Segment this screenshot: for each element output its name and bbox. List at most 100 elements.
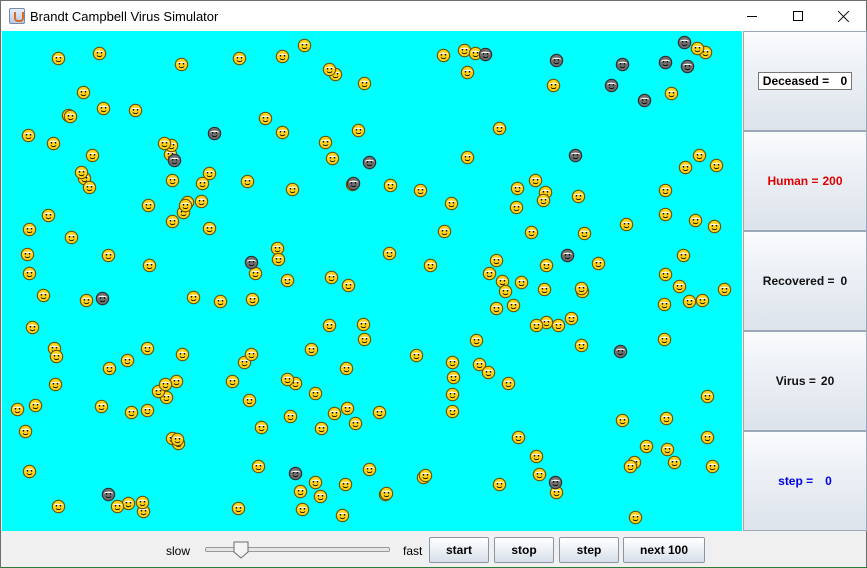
human-agent-icon <box>492 121 507 136</box>
human-agent-icon <box>242 393 257 408</box>
human-agent-icon <box>717 282 732 297</box>
human-agent-icon <box>51 499 66 514</box>
human-agent-icon <box>51 51 66 66</box>
virus-agent-icon <box>549 53 564 68</box>
human-agent-icon <box>705 459 720 474</box>
human-agent-icon <box>639 439 654 454</box>
deceased-counter[interactable]: Deceased = 0 <box>743 31 867 131</box>
human-agent-icon <box>659 411 674 426</box>
step-button[interactable]: step <box>559 537 619 563</box>
human-agent-icon <box>489 253 504 268</box>
human-agent-icon <box>506 298 521 313</box>
human-agent-icon <box>94 399 109 414</box>
human-agent-icon <box>619 217 634 232</box>
virus-value: 20 <box>820 374 835 388</box>
human-agent-icon <box>304 342 319 357</box>
human-agent-icon <box>709 158 724 173</box>
human-agent-icon <box>335 508 350 523</box>
human-agent-icon <box>423 258 438 273</box>
human-agent-icon <box>74 165 89 180</box>
maximize-button[interactable] <box>775 1 821 31</box>
human-agent-icon <box>280 372 295 387</box>
human-agent-icon <box>700 389 715 404</box>
speed-slider-thumb[interactable] <box>233 541 249 559</box>
app-window: Brandt Campbell Virus Simulator Deceased… <box>0 0 867 568</box>
human-agent-icon <box>141 198 156 213</box>
deceased-counter-box: Deceased = 0 <box>757 72 853 90</box>
human-agent-icon <box>678 160 693 175</box>
human-agent-icon <box>22 222 37 237</box>
human-agent-icon <box>418 468 433 483</box>
virus-agent-icon <box>548 475 563 490</box>
human-agent-icon <box>357 76 372 91</box>
human-agent-icon <box>251 459 266 474</box>
human-agent-icon <box>460 150 475 165</box>
human-agent-icon <box>577 226 592 241</box>
human-agent-icon <box>194 194 209 209</box>
human-agent-icon <box>157 136 172 151</box>
human-agent-icon <box>682 294 697 309</box>
minimize-icon <box>747 15 757 17</box>
human-agent-icon <box>22 464 37 479</box>
minimize-button[interactable] <box>729 1 775 31</box>
human-agent-icon <box>546 78 561 93</box>
human-agent-icon <box>186 290 201 305</box>
human-agent-icon <box>676 248 691 263</box>
recovered-counter[interactable]: Recovered = 0 <box>743 231 867 331</box>
human-agent-icon <box>318 135 333 150</box>
step-label: step = <box>778 474 814 488</box>
human-agent-icon <box>254 420 269 435</box>
maximize-icon <box>793 11 803 21</box>
human-agent-icon <box>82 180 97 195</box>
human-agent-icon <box>536 193 551 208</box>
next-100-button[interactable]: next 100 <box>623 537 705 563</box>
human-agent-icon <box>20 247 35 262</box>
human-agent-icon <box>690 41 705 56</box>
human-agent-icon <box>140 341 155 356</box>
human-agent-icon <box>10 402 25 417</box>
human-agent-icon <box>445 355 460 370</box>
human-agent-icon <box>695 293 710 308</box>
human-agent-icon <box>124 405 139 420</box>
human-agent-icon <box>409 348 424 363</box>
human-counter[interactable]: Human = 200 <box>743 131 867 231</box>
human-agent-icon <box>324 270 339 285</box>
start-button[interactable]: start <box>429 537 489 563</box>
human-agent-icon <box>170 432 185 447</box>
virus-counter[interactable]: Virus = 20 <box>743 331 867 431</box>
human-agent-icon <box>102 361 117 376</box>
slow-label: slow <box>166 544 191 558</box>
human-agent-icon <box>445 404 460 419</box>
recovered-value: 0 <box>840 274 848 288</box>
human-agent-icon <box>564 311 579 326</box>
stop-button[interactable]: stop <box>494 537 554 563</box>
human-agent-icon <box>571 189 586 204</box>
step-counter[interactable]: step = 0 <box>743 431 867 531</box>
human-agent-icon <box>297 38 312 53</box>
human-agent-icon <box>322 62 337 77</box>
human-agent-icon <box>509 200 524 215</box>
close-button[interactable] <box>821 1 867 31</box>
virus-agent-icon <box>604 78 619 93</box>
human-agent-icon <box>283 409 298 424</box>
human-agent-icon <box>658 267 673 282</box>
human-agent-icon <box>664 86 679 101</box>
human-agent-icon <box>271 252 286 267</box>
human-agent-icon <box>175 347 190 362</box>
human-agent-icon <box>213 294 228 309</box>
virus-agent-icon <box>207 126 222 141</box>
human-agent-icon <box>85 148 100 163</box>
human-agent-icon <box>688 213 703 228</box>
human-agent-icon <box>501 376 516 391</box>
human-agent-icon <box>510 181 525 196</box>
human-agent-icon <box>275 49 290 64</box>
human-agent-icon <box>280 273 295 288</box>
virus-agent-icon <box>613 344 628 359</box>
human-agent-icon <box>445 387 460 402</box>
human-agent-icon <box>446 370 461 385</box>
virus-agent-icon <box>244 255 259 270</box>
human-agent-icon <box>295 502 310 517</box>
virus-agent-icon <box>478 47 493 62</box>
human-label: Human = <box>767 174 819 188</box>
human-agent-icon <box>539 258 554 273</box>
